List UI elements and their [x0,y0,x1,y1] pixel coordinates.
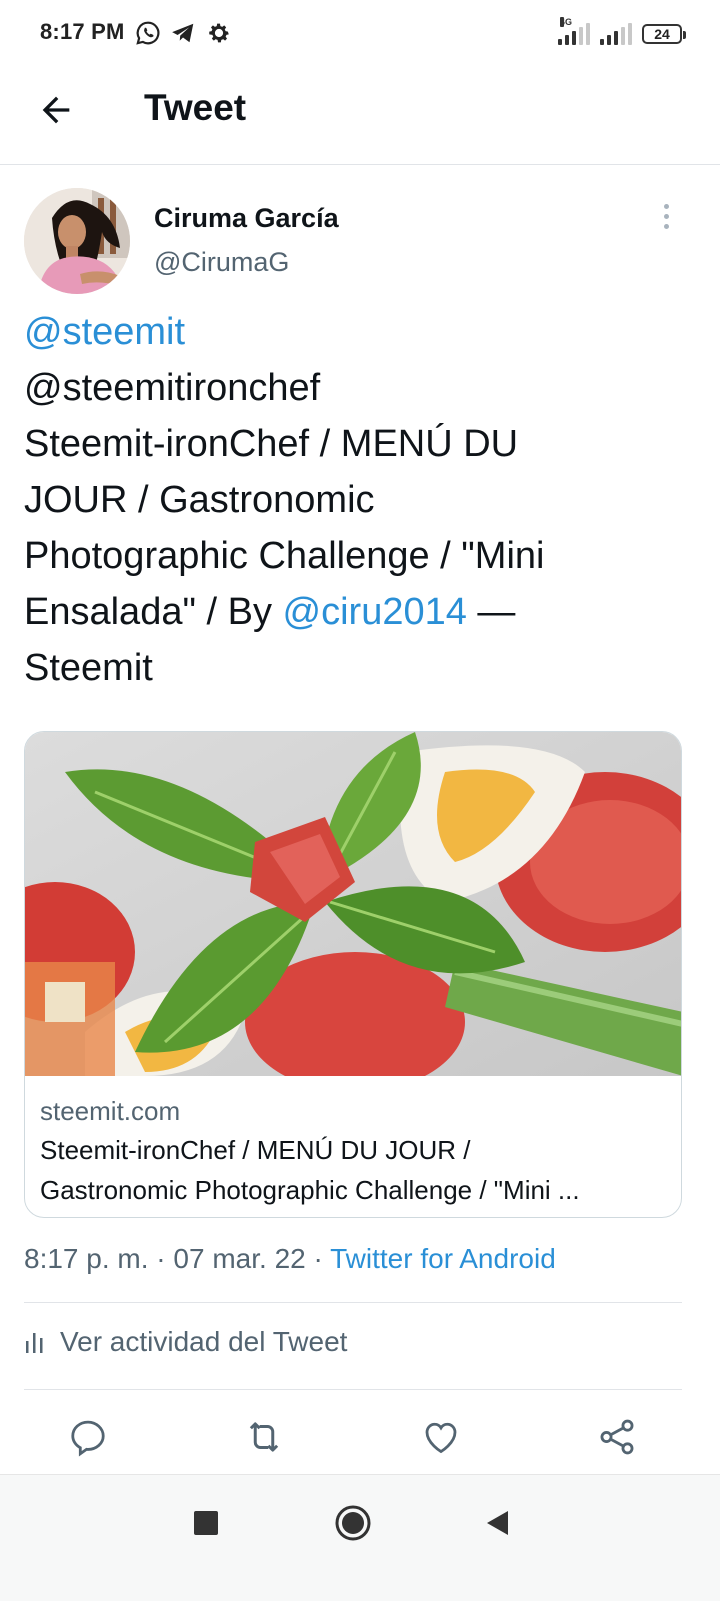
page-title: Tweet [144,87,247,128]
whatsapp-icon [136,21,160,45]
tweet-source-link[interactable]: Twitter for Android [330,1243,556,1274]
mention-link[interactable]: @steemit [24,311,185,353]
settings-icon [209,23,229,43]
mention-link[interactable]: @ciru2014 [283,591,467,633]
link-preview-card[interactable]: steemit.com Steemit-ironChef / MENÚ DU J… [24,731,682,1218]
status-time: 8:17 PM [40,19,125,44]
top-app-bar: Tweet [0,68,720,165]
tweet-text-segment: Ensalada" / By [24,591,283,633]
tweet-text-segment: Steemit [24,647,153,689]
tweet-text-line: Photographic Challenge / "Mini [24,528,694,584]
divider [24,1302,682,1303]
tweet-meta: 8:17 p. m. · 07 mar. 22 · Twitter for An… [24,1243,556,1275]
tweet-text: @steemit @steemitironchef Steemit-ironChef… [24,304,694,696]
tweet-text-line: Ensalada" / By @ciru2014 — [24,584,694,640]
network-type: 4G [560,17,573,27]
card-title: Steemit-ironChef / MENÚ DU JOUR / Gastro… [40,1130,670,1210]
avatar-photo [24,188,130,294]
telegram-icon [172,23,194,43]
view-activity-button[interactable]: Ver actividad del Tweet [24,1326,347,1358]
retweet-icon[interactable] [243,1416,285,1458]
avatar[interactable] [24,188,130,294]
battery-icon: 24 [642,24,686,44]
back-nav-button[interactable] [484,1509,510,1537]
author-name[interactable]: Ciruma García [154,203,339,234]
status-bar: 8:17 PM 4G 24 [0,0,720,68]
share-icon[interactable] [596,1416,638,1458]
tweet-text-segment: Steemit-ironChef / MENÚ DU [24,423,519,465]
home-button[interactable] [334,1504,372,1542]
signal-icon [600,23,632,45]
like-icon[interactable] [420,1416,462,1458]
battery-level: 24 [654,26,670,42]
tweet-text-segment: JOUR / Gastronomic [24,479,375,521]
analytics-icon [26,1333,43,1353]
tweet-text-line: Steemit-ironChef / MENÚ DU [24,416,694,472]
tweet-text-segment: Photographic Challenge / "Mini [24,535,545,577]
reply-icon[interactable] [67,1416,109,1458]
tweet-text-segment: — [466,591,516,633]
tweet-date: 07 mar. 22 [173,1243,306,1274]
author-handle[interactable]: @CirumaG [154,247,289,278]
tweet-text-line: Steemit [24,640,694,696]
system-navigation-bar [0,1474,720,1601]
more-options-icon[interactable] [656,204,676,234]
card-image [25,732,681,1076]
view-activity-label: Ver actividad del Tweet [60,1326,348,1357]
recent-apps-button[interactable] [194,1511,218,1535]
meta-separator-2: · [305,1243,331,1274]
tweet-text-segment: @steemitironchef [24,367,321,409]
card-title-line-2: Gastronomic Photographic Challenge / "Mi… [40,1175,580,1205]
meta-separator-1: · [148,1243,174,1274]
tweet-actions [0,1410,720,1466]
tweet-text-line: @steemitironchef [24,360,694,416]
divider [24,1389,682,1390]
tweet-time: 8:17 p. m. [24,1243,149,1274]
tweet-text-line: @steemit [24,304,694,360]
status-right-group: 4G 24 [558,17,686,48]
card-title-line-1: Steemit-ironChef / MENÚ DU JOUR / [40,1135,471,1165]
signal-4g-icon: 4G [558,17,590,45]
tweet-text-line: JOUR / Gastronomic [24,472,694,528]
card-domain: steemit.com [40,1096,181,1126]
arrow-left-icon[interactable] [36,90,76,130]
